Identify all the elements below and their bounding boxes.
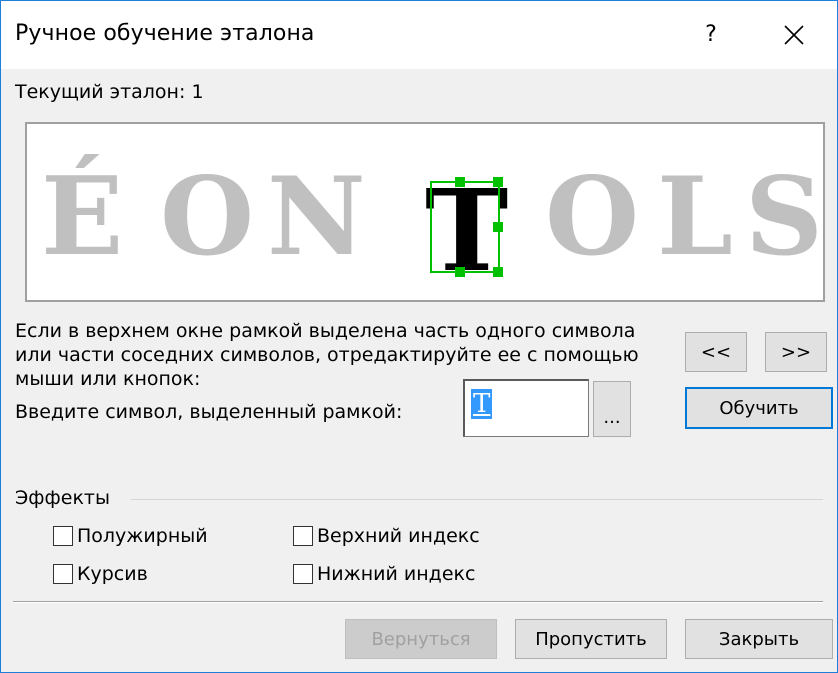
preview-letter-5: O (545, 154, 639, 280)
enter-symbol-label: Введите символ, выделенный рамкой: (15, 401, 403, 423)
dialog-window: Ручное обучение эталона ? Текущий эталон… (0, 0, 838, 673)
window-title: Ручное обучение эталона (15, 21, 315, 46)
resize-handle (455, 267, 465, 277)
browse-symbol-button[interactable]: ... (593, 381, 631, 437)
symbol-input-value: T (471, 389, 493, 419)
current-pattern-caption: Текущий эталон: (15, 81, 186, 103)
subscript-checkbox[interactable]: Нижний индекс (293, 563, 475, 585)
symbol-input[interactable]: T (463, 379, 589, 437)
bold-checkbox[interactable]: Полужирный (53, 525, 208, 547)
bold-checkbox-label: Полужирный (77, 525, 208, 547)
prev-fragment-button[interactable]: << (685, 332, 747, 372)
footer-divider (13, 601, 823, 603)
train-button[interactable]: Обучить (685, 387, 833, 429)
superscript-checkbox-label: Верхний индекс (317, 525, 480, 547)
effects-title: Эффекты (15, 487, 118, 509)
resize-handle (455, 177, 465, 187)
preview-letter-3: N (267, 154, 366, 280)
skip-button[interactable]: Пропустить (515, 619, 667, 659)
close-icon (784, 25, 804, 45)
close-button[interactable]: Закрыть (685, 619, 833, 659)
resize-handle (493, 222, 503, 232)
back-button[interactable]: Вернуться (345, 619, 497, 659)
checkbox-box (293, 564, 313, 584)
superscript-checkbox[interactable]: Верхний индекс (293, 525, 480, 547)
close-window-button[interactable] (771, 15, 817, 55)
italic-checkbox-label: Курсив (77, 563, 148, 585)
checkbox-box (293, 526, 313, 546)
preview-letter-7: S (745, 154, 823, 280)
resize-handle (493, 267, 503, 277)
effects-divider (131, 499, 823, 500)
subscript-checkbox-label: Нижний индекс (317, 563, 476, 585)
current-pattern-value: 1 (191, 81, 204, 103)
checkbox-box (53, 526, 73, 546)
preview-letter-6: L (657, 154, 733, 280)
preview-letter-1: É (41, 153, 123, 280)
current-pattern-label: Текущий эталон: 1 (15, 81, 204, 103)
checkbox-box (53, 564, 73, 584)
preview-letter-2: O (160, 154, 254, 280)
italic-checkbox[interactable]: Курсив (53, 563, 148, 585)
help-button[interactable]: ? (693, 15, 729, 55)
next-fragment-button[interactable]: >> (765, 332, 827, 372)
glyph-preview[interactable]: É O N O L S T (25, 122, 825, 302)
resize-handle (493, 177, 503, 187)
title-bar[interactable]: Ручное обучение эталона ? (1, 1, 837, 69)
